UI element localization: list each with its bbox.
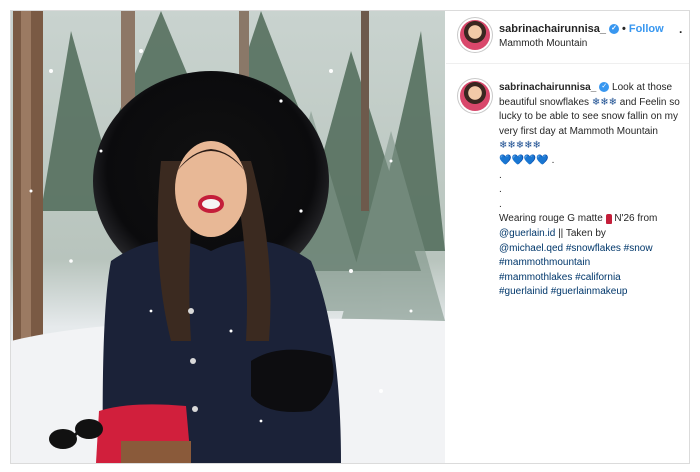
hashtag-link[interactable]: #snow (624, 243, 653, 254)
location-link[interactable]: Mammoth Mountain (499, 38, 587, 49)
hashtag-link[interactable]: #guerlainmakeup (551, 286, 628, 297)
hashtag-link[interactable]: #mammothmountain (499, 257, 590, 268)
shade-text: N'26 from (614, 213, 658, 225)
verified-badge-icon: ✓ (609, 24, 619, 35)
snow-portrait-image (11, 11, 445, 463)
post-side-panel: sabrinachairunnisa_ ✓ • Follow Mammoth Moun… (446, 11, 689, 463)
avatar[interactable] (460, 20, 490, 50)
caption-avatar[interactable] (460, 81, 490, 111)
follow-button[interactable]: Follow (629, 23, 664, 35)
instagram-post: sabrinachairunnisa_ ✓ • Follow Mammoth Moun… (10, 10, 690, 464)
wear-text: Wearing rouge G matte (499, 213, 603, 225)
caption-verified-badge-icon: ✓ (599, 82, 610, 93)
post-header: sabrinachairunnisa_ ✓ • Follow Mammoth Moun… (446, 11, 689, 64)
mention-link[interactable]: @michael.qed (499, 243, 563, 254)
separator-dot: • (622, 23, 626, 35)
post-photo[interactable] (11, 11, 445, 463)
hashtag-link[interactable]: #snowflakes (566, 243, 621, 254)
dot-line: . (499, 184, 502, 196)
username-text[interactable]: sabrinachairunnisa_ (499, 23, 606, 35)
mention-link[interactable]: @guerlain.id (499, 228, 555, 239)
hearts-end: . (551, 154, 555, 166)
header-username[interactable]: sabrinachairunnisa_ ✓ • Follow (499, 23, 664, 35)
taken-by-text: || Taken by (558, 227, 606, 239)
hashtag-link[interactable]: #mammothlakes (499, 272, 572, 283)
snowflake-emoji-icon-2: ❄❄❄❄❄ (499, 140, 541, 152)
caption-username[interactable]: sabrinachairunnisa_ (499, 82, 596, 93)
snowflake-emoji-icon: ❄❄❄ (591, 96, 617, 108)
caption-text: sabrinachairunnisa_ ✓ Look at those beaut… (499, 81, 685, 300)
more-options-icon[interactable]: · (679, 25, 683, 39)
blue-heart-emoji-icon: 💙💙💙💙 (499, 154, 549, 166)
dot-line: . (499, 198, 502, 210)
hashtag-link[interactable]: #california (575, 272, 621, 283)
dot-line: . (499, 169, 502, 181)
lipstick-icon (605, 213, 612, 224)
hashtag-link[interactable]: #guerlainid (499, 286, 548, 297)
